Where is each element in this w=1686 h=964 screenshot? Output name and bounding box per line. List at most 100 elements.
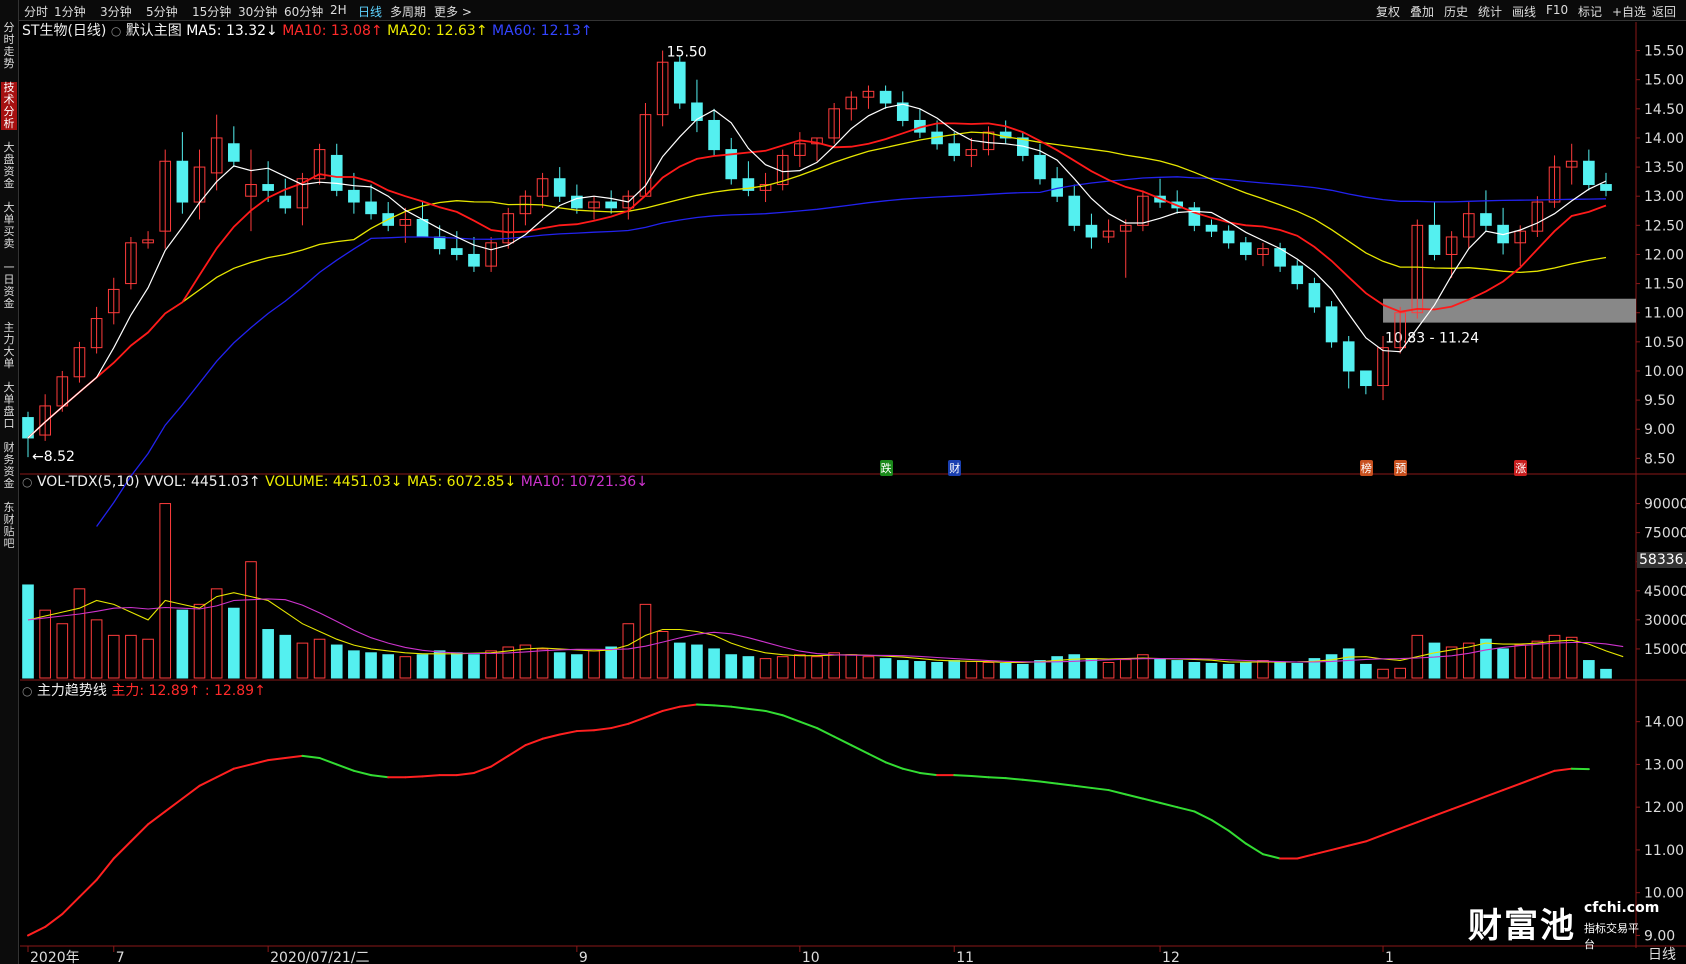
candle: [365, 184, 377, 220]
trend-segment: [1004, 777, 1024, 781]
volume-bar: [794, 654, 806, 679]
trend-segment: [1330, 844, 1350, 851]
volume-bar: [382, 654, 395, 679]
candle: [914, 108, 926, 138]
trend-segment: [1176, 806, 1196, 813]
y-tick-label: 75000: [1644, 526, 1686, 542]
candle: [330, 143, 343, 197]
candle: [1531, 196, 1544, 237]
ma60-label: MA60: 12.13↑: [492, 23, 593, 39]
volume-bar: [553, 652, 566, 679]
trend-segment: [335, 763, 355, 772]
volume-bar: [828, 652, 840, 679]
volume-bar: [1514, 644, 1527, 679]
trend-segment: [1038, 780, 1059, 785]
event-flag[interactable]: 榜: [1359, 460, 1373, 476]
trend-segment: [1296, 853, 1316, 860]
volume-bar: [536, 648, 549, 679]
candle: [1497, 207, 1509, 255]
volume-bar: [965, 661, 978, 679]
trend-segment: [370, 774, 390, 779]
volume-bar: [313, 638, 326, 679]
candle: [1239, 236, 1252, 261]
trend-segment: [558, 730, 578, 736]
trend-segment: [781, 714, 801, 723]
volume-bar: [73, 588, 86, 679]
template-label[interactable]: 默认主图: [126, 23, 182, 39]
volume-bar: [1257, 660, 1269, 679]
candle: [588, 196, 600, 220]
x-tick-label: 2020/07/21/二: [270, 950, 369, 964]
volume-bar: [39, 609, 51, 679]
candle-body: [176, 160, 189, 203]
ma10-line: [27, 122, 1607, 439]
candle-body: [605, 201, 617, 209]
logo-domain: cfchi.com: [1584, 900, 1660, 916]
volume-bar: [1360, 663, 1372, 679]
ma10-label: MA10: 13.08↑: [282, 23, 383, 39]
trend-segment: [627, 716, 647, 725]
settings-icon[interactable]: ○: [22, 684, 32, 698]
trend-segment: [421, 774, 441, 778]
trend-segment: [1519, 776, 1539, 785]
candle: [193, 149, 206, 220]
stock-title[interactable]: ST生物(日线): [22, 23, 106, 39]
volume-bar: [948, 660, 961, 679]
candle: [965, 137, 978, 168]
y-tick-label: 45000: [1644, 584, 1686, 600]
trend-segment: [593, 727, 613, 732]
event-flag[interactable]: 跌: [879, 460, 893, 476]
trend-segment: [1467, 795, 1487, 804]
candle: [1428, 202, 1441, 261]
y-tick-label: 15000: [1644, 642, 1686, 658]
event-flag[interactable]: 预: [1394, 460, 1408, 476]
candle: [1360, 370, 1372, 395]
trend-segment: [1227, 829, 1247, 845]
candle: [553, 167, 566, 203]
trend-segment: [490, 754, 510, 768]
settings-icon[interactable]: ○: [111, 24, 121, 38]
trend-segment: [284, 754, 304, 759]
volume-bar: [725, 654, 738, 679]
trend-segment: [1056, 782, 1076, 787]
trend-segment: [267, 757, 287, 762]
candle: [1137, 190, 1149, 232]
trend-segment: [1159, 801, 1179, 809]
logo-sub: 指标交易平台: [1584, 922, 1639, 951]
trend-segment: [575, 729, 596, 733]
trend-indicator-name[interactable]: 主力趋势线: [37, 683, 107, 699]
trend-segment: [1450, 801, 1470, 811]
trend-segment: [1210, 819, 1230, 832]
candle: [485, 236, 497, 272]
volume-bar: [90, 619, 103, 679]
x-tick-label: 10: [802, 950, 820, 964]
volume-bar: [1119, 659, 1132, 679]
candle-body: [1085, 224, 1098, 238]
trend-segment: [1313, 848, 1333, 856]
trend-segment: [901, 767, 921, 774]
candle: [794, 132, 806, 168]
trend-segment: [747, 707, 767, 712]
volume-bar: [107, 634, 120, 679]
trend-segment: [713, 704, 733, 708]
volume-bar: [142, 638, 154, 679]
event-flag[interactable]: 涨: [1514, 460, 1528, 476]
y-tick-label: 10.50: [1644, 335, 1684, 351]
candle: [725, 137, 738, 185]
candle-body: [879, 90, 892, 104]
trend-segment: [1399, 821, 1419, 830]
trend-segment: [1364, 833, 1385, 843]
volume-bar: [982, 661, 995, 679]
candle: [1565, 143, 1578, 185]
candle: [896, 91, 909, 127]
candle: [948, 132, 961, 162]
candle-body: [948, 143, 961, 156]
settings-icon[interactable]: ○: [22, 475, 32, 489]
trend-segment: [816, 727, 836, 738]
volume-bar: [416, 654, 429, 679]
volume-bar: [1497, 648, 1509, 679]
x-tick-label: 9: [579, 950, 588, 964]
vol-indicator-name[interactable]: VOL-TDX(5,10) VVOL: 4451.03↑: [37, 474, 261, 490]
event-flag[interactable]: 财: [948, 460, 962, 476]
trend-segment: [472, 765, 493, 774]
